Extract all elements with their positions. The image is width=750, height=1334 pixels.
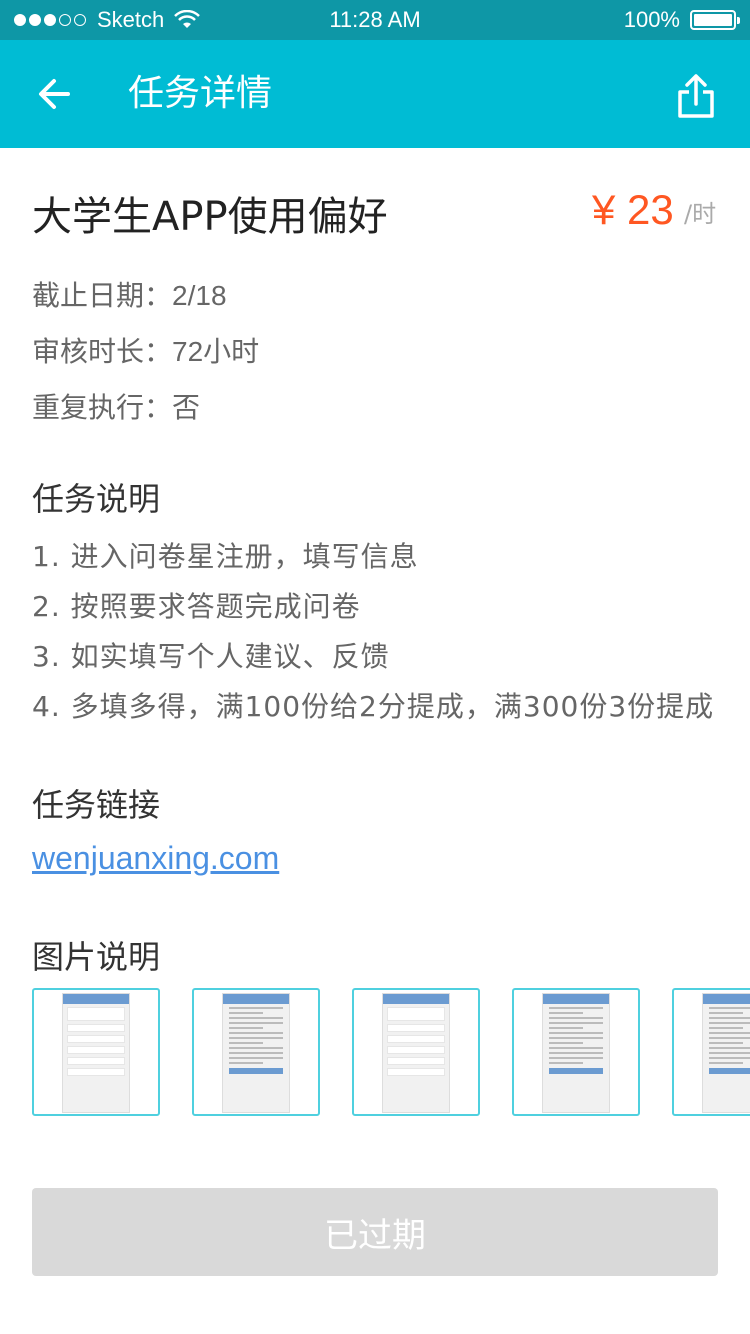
screenshot-article-icon [542,993,610,1113]
info-label: 截止日期： [32,279,173,312]
description-item: 4. 多填多得，满100份给2分提成，满300份3份提成 [32,690,715,723]
info-value: 否 [172,392,201,423]
info-value: 2/18 [172,280,227,311]
price-unit: /时 [684,200,717,228]
info-label: 审核时长： [32,335,173,368]
image-thumbnail[interactable] [512,988,640,1116]
info-row-repeat: 重复执行：否 [32,386,200,426]
info-label: 重复执行： [32,391,173,424]
screenshot-list-icon [62,993,130,1113]
share-button[interactable] [676,72,716,120]
image-thumbnail[interactable] [192,988,320,1116]
screenshot-article-icon [222,993,290,1113]
image-thumbnail[interactable] [672,988,750,1116]
section-title-images: 图片说明 [32,938,161,976]
description-item: 3. 如实填写个人建议、反馈 [32,640,390,673]
image-thumbnail-strip[interactable] [32,988,750,1116]
status-right: 100% [623,0,740,40]
description-item: 1. 进入问卷星注册，填写信息 [32,540,419,573]
section-title-description: 任务说明 [32,480,161,518]
image-thumbnail[interactable] [352,988,480,1116]
image-thumbnail[interactable] [32,988,160,1116]
screenshot-list-icon [382,993,450,1113]
info-row-review-duration: 审核时长：72小时 [32,330,259,370]
expired-button[interactable]: 已过期 [32,1188,718,1276]
page-title: 任务详情 [128,73,273,114]
description-item: 2. 按照要求答题完成问卷 [32,590,361,623]
arrow-left-icon [39,79,70,109]
share-icon [678,74,714,118]
info-value: 72小时 [172,336,260,367]
info-row-deadline: 截止日期：2/18 [32,274,227,314]
back-button[interactable] [32,70,80,118]
nav-bar: 任务详情 [0,40,750,148]
status-bar: Sketch 11:28 AM 100% [0,0,750,40]
battery-percent: 100% [623,7,680,32]
task-link[interactable]: wenjuanxing.com [32,840,279,877]
screenshot-article-icon [702,993,750,1113]
section-title-link: 任务链接 [32,786,161,824]
task-title: 大学生APP使用偏好 [32,194,388,240]
battery-icon [690,10,740,30]
task-price: ¥ 23 [592,186,674,233]
